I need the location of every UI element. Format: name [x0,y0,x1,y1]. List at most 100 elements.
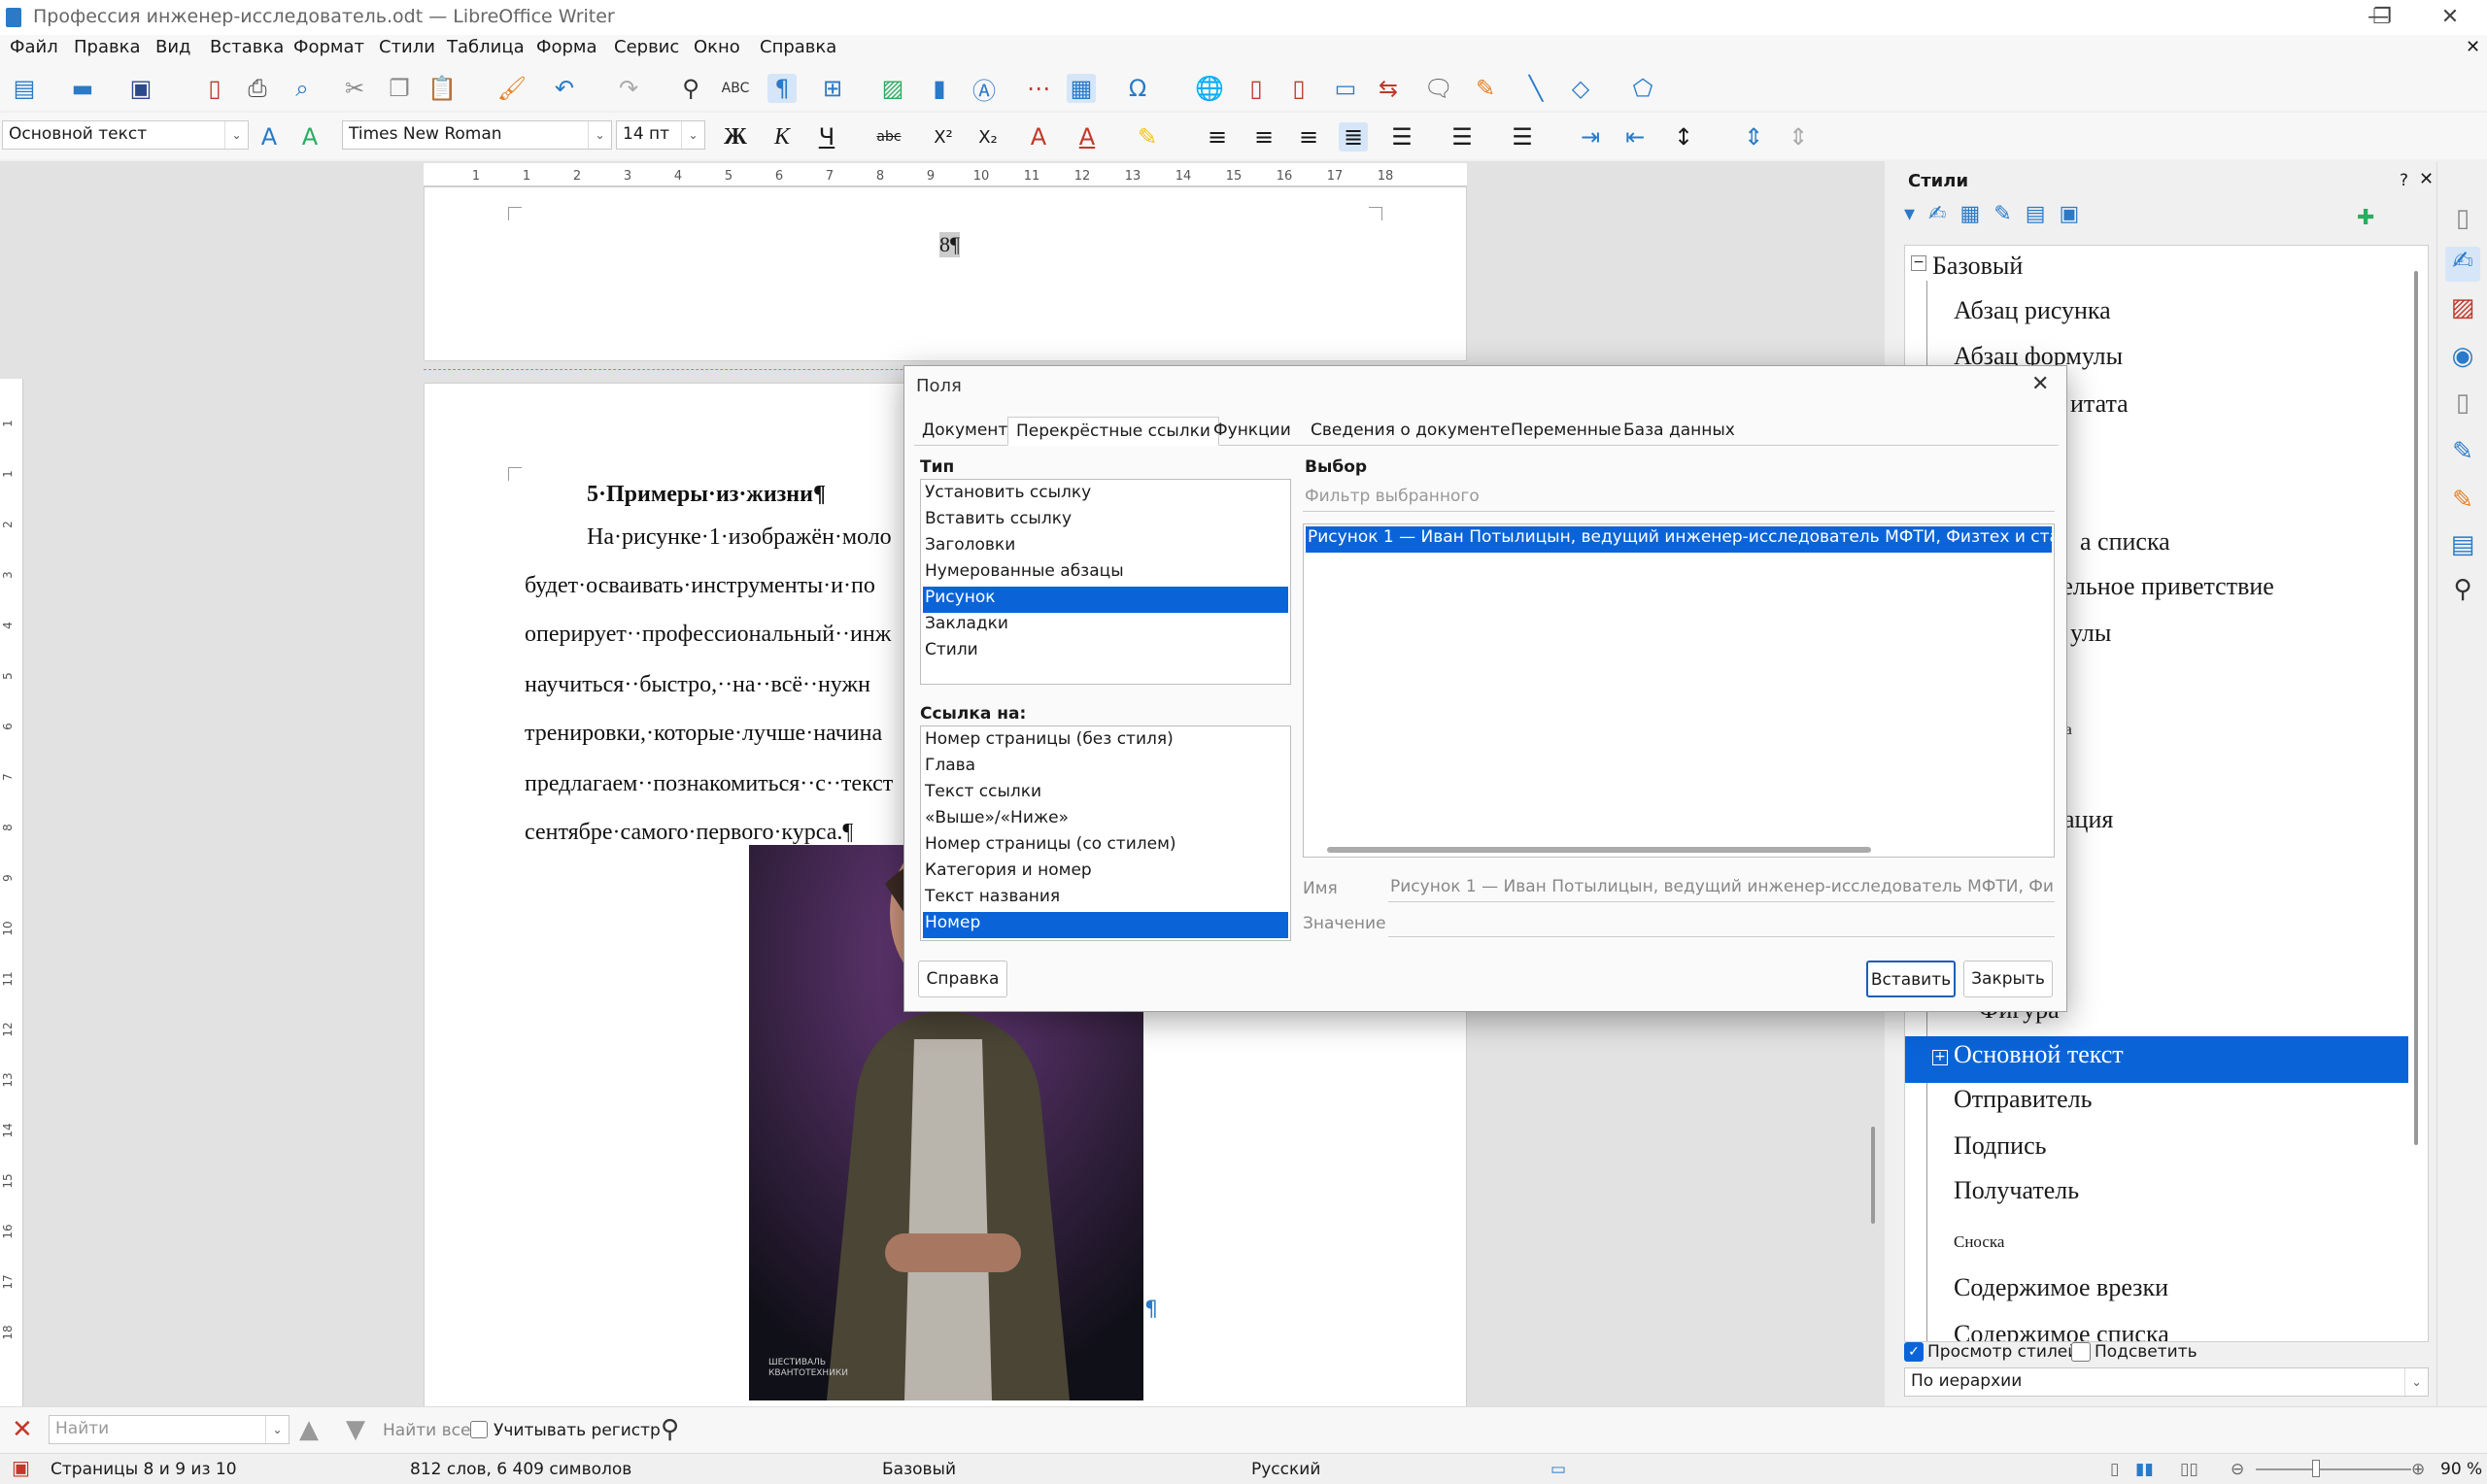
horizontal-scrollbar[interactable] [1327,847,1871,853]
help-button[interactable]: Справка [918,961,1007,997]
paragraph-spacing-increase-icon[interactable]: ⇕ [1739,122,1768,152]
menu-help[interactable]: Справка [760,37,836,57]
properties-deck-icon[interactable]: ▯ [2445,204,2480,239]
superscript-icon[interactable]: X² [929,122,958,152]
preview-styles-checkbox[interactable]: ✓ [1904,1342,1924,1362]
menu-window[interactable]: Окно [694,37,740,57]
insert-image-icon[interactable]: ▨ [878,74,907,103]
tab-functions[interactable]: Функции [1206,417,1299,446]
reference-item[interactable]: Номер страницы (со стилем) [923,833,1288,860]
expand-icon[interactable]: + [1932,1050,1948,1065]
hyperlink-icon[interactable]: 🌐 [1195,74,1224,103]
bold-icon[interactable]: Ж [721,122,750,152]
paragraph-spacing-decrease-icon[interactable]: ⇕ [1784,122,1813,152]
hierarchy-select[interactable]: По иерархии ⌄ [1904,1367,2429,1397]
paragraph-line[interactable]: будет·осваивать·инструменты·и·по [525,573,875,599]
draw-functions-icon[interactable]: ⬠ [1628,74,1657,103]
tab-cross-references[interactable]: Перекрёстные ссылки [1007,417,1219,446]
type-item[interactable]: Установить ссылку [923,482,1288,508]
track-changes-icon[interactable]: ✎ [1471,74,1500,103]
collapse-icon[interactable]: − [1911,255,1926,271]
style-item[interactable]: Сноска [1954,1232,2004,1252]
style-item[interactable]: Получатель [1954,1176,2079,1205]
style-item[interactable]: тельное приветствие [2051,572,2274,601]
insert-button[interactable]: Вставить [1866,961,1956,997]
reference-item[interactable]: Текст ссылки [923,781,1288,807]
page-style-status[interactable]: Базовый [882,1460,956,1479]
tab-doc-info[interactable]: Сведения о документе [1303,417,1517,446]
type-item[interactable]: Стили [923,639,1288,665]
menu-format[interactable]: Формат [293,37,364,57]
special-character-icon[interactable]: Ω [1123,74,1152,103]
print-icon[interactable]: ⎙ [243,74,272,103]
find-previous-icon[interactable]: ▲ [299,1415,319,1444]
align-right-icon[interactable]: ≡ [1294,122,1323,152]
find-all-button[interactable]: Найти все [383,1421,470,1440]
close-document-icon[interactable]: ✕ [2466,37,2480,57]
highlight-checkbox[interactable] [2071,1342,2091,1362]
tab-database[interactable]: База данных [1616,417,1743,446]
sidebar-close-icon[interactable]: ✕ [2419,169,2434,189]
clone-formatting-icon[interactable]: 🖌 [497,74,527,103]
strikethrough-icon[interactable]: abc [874,122,903,152]
outline-list-icon[interactable]: ☰ [1508,122,1537,152]
insert-chart-icon[interactable]: ▮ [925,74,954,103]
section-heading[interactable]: 5·Примеры·из·жизни¶ [587,482,826,508]
style-item-selected[interactable]: Основной текст [1954,1040,2124,1069]
redo-icon[interactable]: ↷ [614,74,643,103]
menu-tools[interactable]: Сервис [614,37,679,57]
reference-item[interactable]: Номер страницы (без стиля) [923,728,1288,755]
underline-icon[interactable]: Ч [812,122,841,152]
style-item[interactable]: Подпись [1954,1131,2046,1161]
manage-changes-deck-icon[interactable]: ✎ [2445,486,2480,521]
type-item-selected[interactable]: Рисунок [923,587,1288,613]
paragraph-line[interactable]: предлагаем··познакомиться··с··текст [525,771,893,797]
reference-item[interactable]: Категория и номер [923,860,1288,886]
selection-mode-icon[interactable]: ▭ [1550,1460,1566,1479]
tab-document[interactable]: Документ [914,417,1015,446]
styles-deck-icon[interactable]: ✍ [2445,247,2480,282]
style-item[interactable]: а списка [2080,527,2170,556]
match-case-checkbox[interactable] [470,1421,488,1438]
choice-item-selected[interactable]: Рисунок 1 — Иван Потылицын, ведущий инже… [1306,526,2052,553]
dialog-close-icon[interactable]: ✕ [2031,372,2049,396]
style-item[interactable]: Содержимое врезки [1954,1273,2168,1302]
menu-table[interactable]: Таблица [447,37,525,57]
paragraph-line[interactable]: оперирует··профессиональный··инж [525,622,891,648]
type-item[interactable]: Нумерованные абзацы [923,560,1288,587]
cut-icon[interactable]: ✂ [340,74,369,103]
save-icon[interactable]: ▣ [126,74,155,103]
style-item[interactable]: улы [2070,619,2111,648]
basic-shapes-icon[interactable]: ◇ [1566,74,1595,103]
value-field[interactable] [1388,908,2055,937]
increase-indent-icon[interactable]: ⇥ [1576,122,1605,152]
reference-listbox[interactable]: Номер страницы (без стиля) Глава Текст с… [920,725,1291,941]
new-style-from-selection-icon[interactable]: ✚ [2357,206,2374,230]
justify-icon[interactable]: ≣ [1339,122,1368,152]
find-deck-icon[interactable]: ⚲ [2445,575,2480,610]
line-spacing-icon[interactable]: ↕ [1669,122,1698,152]
multi-page-view-icon[interactable]: ▮▮ [2135,1460,2154,1479]
style-category-icons[interactable]: ▾✍▦✎▤▣ [1904,202,2186,235]
style-inspector-deck-icon[interactable]: ✎ [2445,437,2480,472]
align-left-icon[interactable]: ≡ [1203,122,1232,152]
menu-view[interactable]: Вид [155,37,191,57]
tab-variables[interactable]: Переменные [1503,417,1629,446]
find-input[interactable]: Найти ⌄ [49,1415,290,1444]
navigator-deck-icon[interactable]: ◉ [2445,342,2480,377]
find-replace-icon[interactable]: ⚲ [661,1415,679,1444]
font-color-icon[interactable]: A [1073,122,1102,152]
word-count-status[interactable]: 812 слов, 6 409 символов [410,1460,631,1479]
type-item[interactable]: Закладки [923,613,1288,639]
reference-item-selected[interactable]: Номер [923,912,1288,938]
paragraph-line[interactable]: сентябре·самого·первого·курса.¶ [525,820,853,846]
paragraph-line[interactable]: На·рисунке·1·изображён·моло [587,524,892,551]
insert-table-icon[interactable]: ⊞ [818,74,847,103]
decrease-indent-icon[interactable]: ⇤ [1620,122,1650,152]
insert-field-icon[interactable]: ▦ [1067,74,1096,103]
zoom-level[interactable]: 90 % [2440,1460,2482,1479]
zoom-in-icon[interactable]: ⊕ [2411,1460,2425,1479]
menu-edit[interactable]: Правка [74,37,141,57]
undo-icon[interactable]: ↶ [550,74,579,103]
zoom-slider-thumb[interactable] [2312,1460,2320,1477]
